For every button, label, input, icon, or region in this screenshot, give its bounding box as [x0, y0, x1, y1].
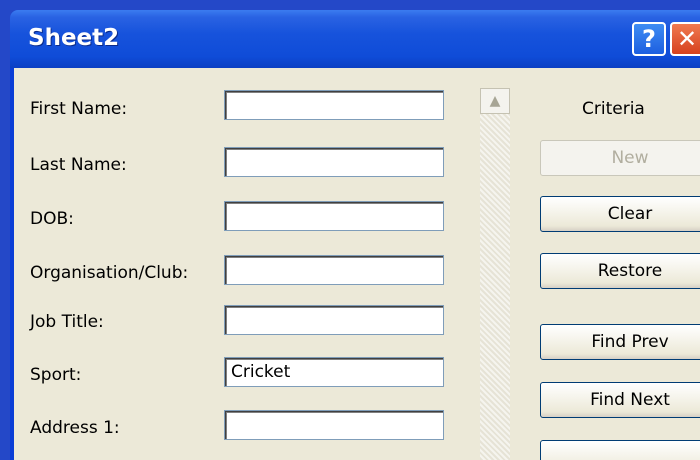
form-button-partial[interactable] — [540, 440, 700, 460]
record-scrollbar[interactable]: ▲ — [480, 88, 510, 460]
close-button[interactable]: ✕ — [670, 22, 700, 56]
first-name-label: First Name: — [30, 99, 128, 119]
clear-button[interactable]: Clear — [540, 196, 700, 232]
find-next-button-label: Find Next — [590, 390, 670, 410]
find-next-button[interactable]: Find Next — [540, 382, 700, 418]
form-body: First Name: Last Name: DOB: Organisation… — [14, 68, 700, 460]
criteria-label: Criteria — [582, 99, 645, 119]
new-button-label: New — [611, 148, 649, 168]
help-button[interactable]: ? — [632, 22, 666, 56]
first-name-field[interactable] — [224, 90, 444, 120]
dob-label: DOB: — [30, 209, 74, 229]
clear-button-label: Clear — [607, 204, 653, 224]
arrow-up-icon: ▲ — [489, 93, 501, 109]
organisation-label: Organisation/Club: — [30, 263, 189, 283]
last-name-label: Last Name: — [30, 155, 127, 175]
organisation-field[interactable] — [224, 255, 444, 285]
scroll-up-button[interactable]: ▲ — [480, 88, 510, 114]
restore-button[interactable]: Restore — [540, 253, 700, 289]
data-form-window: Sheet2 ? ✕ First Name: Last Name: DOB: O… — [10, 10, 700, 460]
sport-label: Sport: — [30, 365, 82, 385]
dob-field[interactable] — [224, 201, 444, 231]
help-icon: ? — [642, 25, 656, 53]
job-title-field[interactable] — [224, 305, 444, 335]
restore-button-label: Restore — [597, 261, 663, 281]
close-icon: ✕ — [676, 25, 698, 53]
last-name-field[interactable] — [224, 147, 444, 177]
address-1-label: Address 1: — [30, 418, 120, 438]
new-button[interactable]: New — [540, 140, 700, 176]
sport-field[interactable]: Cricket — [224, 357, 444, 387]
job-title-label: Job Title: — [30, 312, 104, 332]
find-prev-button[interactable]: Find Prev — [540, 324, 700, 360]
address-1-field[interactable] — [224, 410, 444, 440]
find-prev-button-label: Find Prev — [591, 332, 669, 352]
title-bar[interactable]: Sheet2 ? ✕ — [10, 10, 700, 68]
window-title: Sheet2 — [28, 25, 120, 51]
